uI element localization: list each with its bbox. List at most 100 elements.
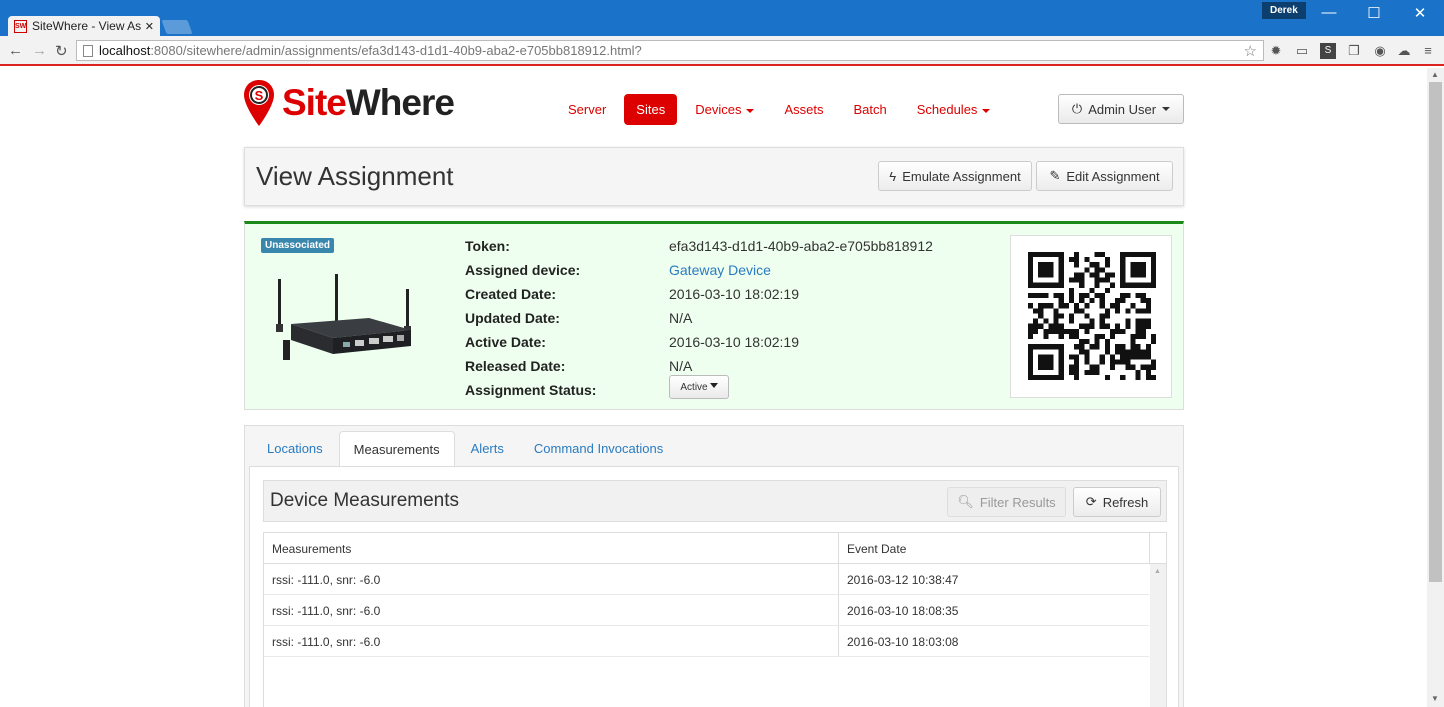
emulate-assignment-button[interactable]: ϟ Emulate Assignment	[878, 161, 1032, 191]
token-value: efa3d143-d1d1-40b9-aba2-e705bb818912	[669, 238, 933, 254]
extension-layers-icon[interactable]: ❐	[1346, 43, 1362, 59]
page-title: View Assignment	[256, 161, 454, 191]
measurements-title: Device Measurements	[270, 490, 460, 511]
measurement-cell: rssi: -111.0, snr: -6.0	[272, 635, 381, 649]
column-header-event-date[interactable]: Event Date	[847, 542, 906, 556]
nav-server[interactable]: Server	[556, 94, 618, 125]
back-arrow-icon[interactable]: ←	[8, 42, 23, 59]
table-row[interactable]: rssi: -111.0, snr: -6.0 2016-03-12 10:38…	[264, 564, 1149, 595]
event-date-cell: 2016-03-10 18:08:35	[847, 604, 959, 618]
logo-text-site: Site	[282, 82, 347, 123]
page-icon	[83, 44, 93, 57]
gateway-device-image	[276, 274, 411, 360]
search-icon: 🔍︎	[957, 494, 974, 509]
menu-icon[interactable]: ≡	[1420, 43, 1436, 59]
refresh-button[interactable]: ⟳ Refresh	[1073, 487, 1161, 517]
close-tab-icon[interactable]: ✕	[145, 20, 154, 33]
new-tab-button[interactable]	[161, 20, 193, 34]
bookmark-star-icon[interactable]: ☆	[1244, 42, 1257, 60]
caret-down-icon	[1162, 107, 1171, 111]
nav-assets[interactable]: Assets	[772, 94, 835, 125]
tab-locations[interactable]: Locations	[253, 431, 337, 466]
url-path: :8080/sitewhere/admin/assignments/efa3d1…	[150, 43, 642, 58]
created-date-label: Created Date:	[465, 286, 557, 302]
qr-code-box	[1010, 235, 1172, 398]
user-menu-button[interactable]: ⏻ Admin User	[1058, 94, 1184, 124]
emulate-assignment-label: Emulate Assignment	[902, 168, 1021, 184]
close-window-icon[interactable]: ✕	[1405, 4, 1435, 22]
scroll-up-icon[interactable]: ▲	[1154, 568, 1161, 575]
address-bar[interactable]: localhost:8080/sitewhere/admin/assignmen…	[76, 40, 1264, 61]
assignment-status-value: Active	[680, 381, 708, 393]
released-date-label: Released Date:	[465, 358, 566, 374]
cast-icon[interactable]: ▭	[1294, 43, 1310, 59]
nav-sites[interactable]: Sites	[624, 94, 678, 125]
edit-assignment-label: Edit Assignment	[1066, 168, 1160, 184]
tab-alerts[interactable]: Alerts	[457, 431, 518, 466]
updated-date-label: Updated Date:	[465, 310, 560, 326]
main-nav: Server Sites Devices Assets Batch Schedu…	[556, 94, 1008, 125]
power-icon: ⏻	[1071, 101, 1083, 116]
browser-toolbar: ← → ↻ localhost:8080/sitewhere/admin/ass…	[0, 36, 1444, 66]
caret-down-icon	[709, 382, 718, 388]
refresh-icon: ⟳	[1085, 494, 1097, 509]
sitewhere-logo[interactable]: S SiteWhere	[244, 80, 455, 126]
filter-results-label: Filter Results	[979, 494, 1056, 510]
measurements-header: Device Measurements 🔍︎ Filter Results ⟳ …	[263, 480, 1167, 522]
measurements-table: Measurements Event Date rssi: -111.0, sn…	[263, 532, 1167, 707]
reload-icon[interactable]: ↻	[55, 42, 68, 60]
tab-command-invocations[interactable]: Command Invocations	[520, 431, 677, 466]
token-label: Token:	[465, 238, 510, 254]
minimize-icon[interactable]: —	[1314, 4, 1344, 21]
updated-date-value: N/A	[669, 310, 693, 326]
table-scrollbar[interactable]: ▲	[1150, 564, 1166, 707]
edit-assignment-button[interactable]: ✎ Edit Assignment	[1036, 161, 1173, 191]
nav-schedules-label: Schedules	[916, 102, 978, 117]
page-scrollbar[interactable]: ▲ ▼	[1427, 68, 1444, 707]
tab-strip: Locations Measurements Alerts Command In…	[253, 431, 679, 466]
event-date-cell: 2016-03-10 18:03:08	[847, 635, 959, 649]
nav-batch[interactable]: Batch	[841, 94, 898, 125]
assignment-status-dropdown[interactable]: Active	[669, 375, 729, 399]
caret-down-icon	[746, 108, 755, 113]
measurements-tab-content: Device Measurements 🔍︎ Filter Results ⟳ …	[249, 466, 1179, 707]
status-badge: Unassociated	[261, 238, 335, 253]
extension-cloud-icon[interactable]: ☁	[1396, 43, 1412, 59]
edit-icon: ✎	[1049, 168, 1061, 183]
nav-devices[interactable]: Devices	[683, 94, 766, 125]
extension-circle-icon[interactable]: ◉	[1372, 43, 1388, 59]
table-row[interactable]: rssi: -111.0, snr: -6.0 2016-03-10 18:08…	[264, 595, 1149, 626]
table-row[interactable]: rssi: -111.0, snr: -6.0 2016-03-10 18:03…	[264, 626, 1149, 657]
released-date-value: N/A	[669, 358, 693, 374]
browser-titlebar: SW SiteWhere - View Ass ✕ Derek — ☐ ✕	[0, 0, 1444, 36]
profile-badge[interactable]: Derek	[1262, 2, 1306, 19]
scrollbar-thumb[interactable]	[1429, 82, 1442, 582]
assigned-device-link[interactable]: Gateway Device	[669, 262, 771, 278]
forward-arrow-icon[interactable]: →	[32, 42, 47, 59]
refresh-label: Refresh	[1102, 494, 1149, 510]
bolt-icon: ϟ	[889, 168, 897, 184]
tab-measurements[interactable]: Measurements	[338, 431, 455, 466]
maximize-icon[interactable]: ☐	[1359, 4, 1389, 22]
nav-schedules[interactable]: Schedules	[905, 94, 1003, 125]
svg-text:S: S	[255, 88, 264, 103]
logo-text-where: Where	[345, 82, 455, 123]
column-divider	[1149, 533, 1150, 564]
filter-results-button[interactable]: 🔍︎ Filter Results	[947, 487, 1066, 517]
extension-s-icon[interactable]: S	[1320, 43, 1336, 59]
table-header: Measurements Event Date	[264, 533, 1166, 564]
column-header-measurements[interactable]: Measurements	[272, 542, 351, 556]
browser-tab[interactable]: SW SiteWhere - View Ass ✕	[8, 16, 160, 36]
settings-gear-icon[interactable]: ✹	[1268, 43, 1284, 59]
caret-down-icon	[982, 108, 991, 113]
assignment-status-label: Assignment Status:	[465, 382, 597, 398]
active-date-value: 2016-03-10 18:02:19	[669, 334, 799, 350]
scroll-up-icon[interactable]: ▲	[1431, 70, 1439, 79]
scroll-down-icon[interactable]: ▼	[1431, 694, 1439, 703]
title-panel: View Assignment ϟ Emulate Assignment ✎ E…	[244, 147, 1184, 206]
event-date-cell: 2016-03-12 10:38:47	[847, 573, 959, 587]
active-date-label: Active Date:	[465, 334, 546, 350]
nav-devices-label: Devices	[695, 102, 742, 117]
created-date-value: 2016-03-10 18:02:19	[669, 286, 799, 302]
user-menu-label: Admin User	[1088, 101, 1157, 117]
